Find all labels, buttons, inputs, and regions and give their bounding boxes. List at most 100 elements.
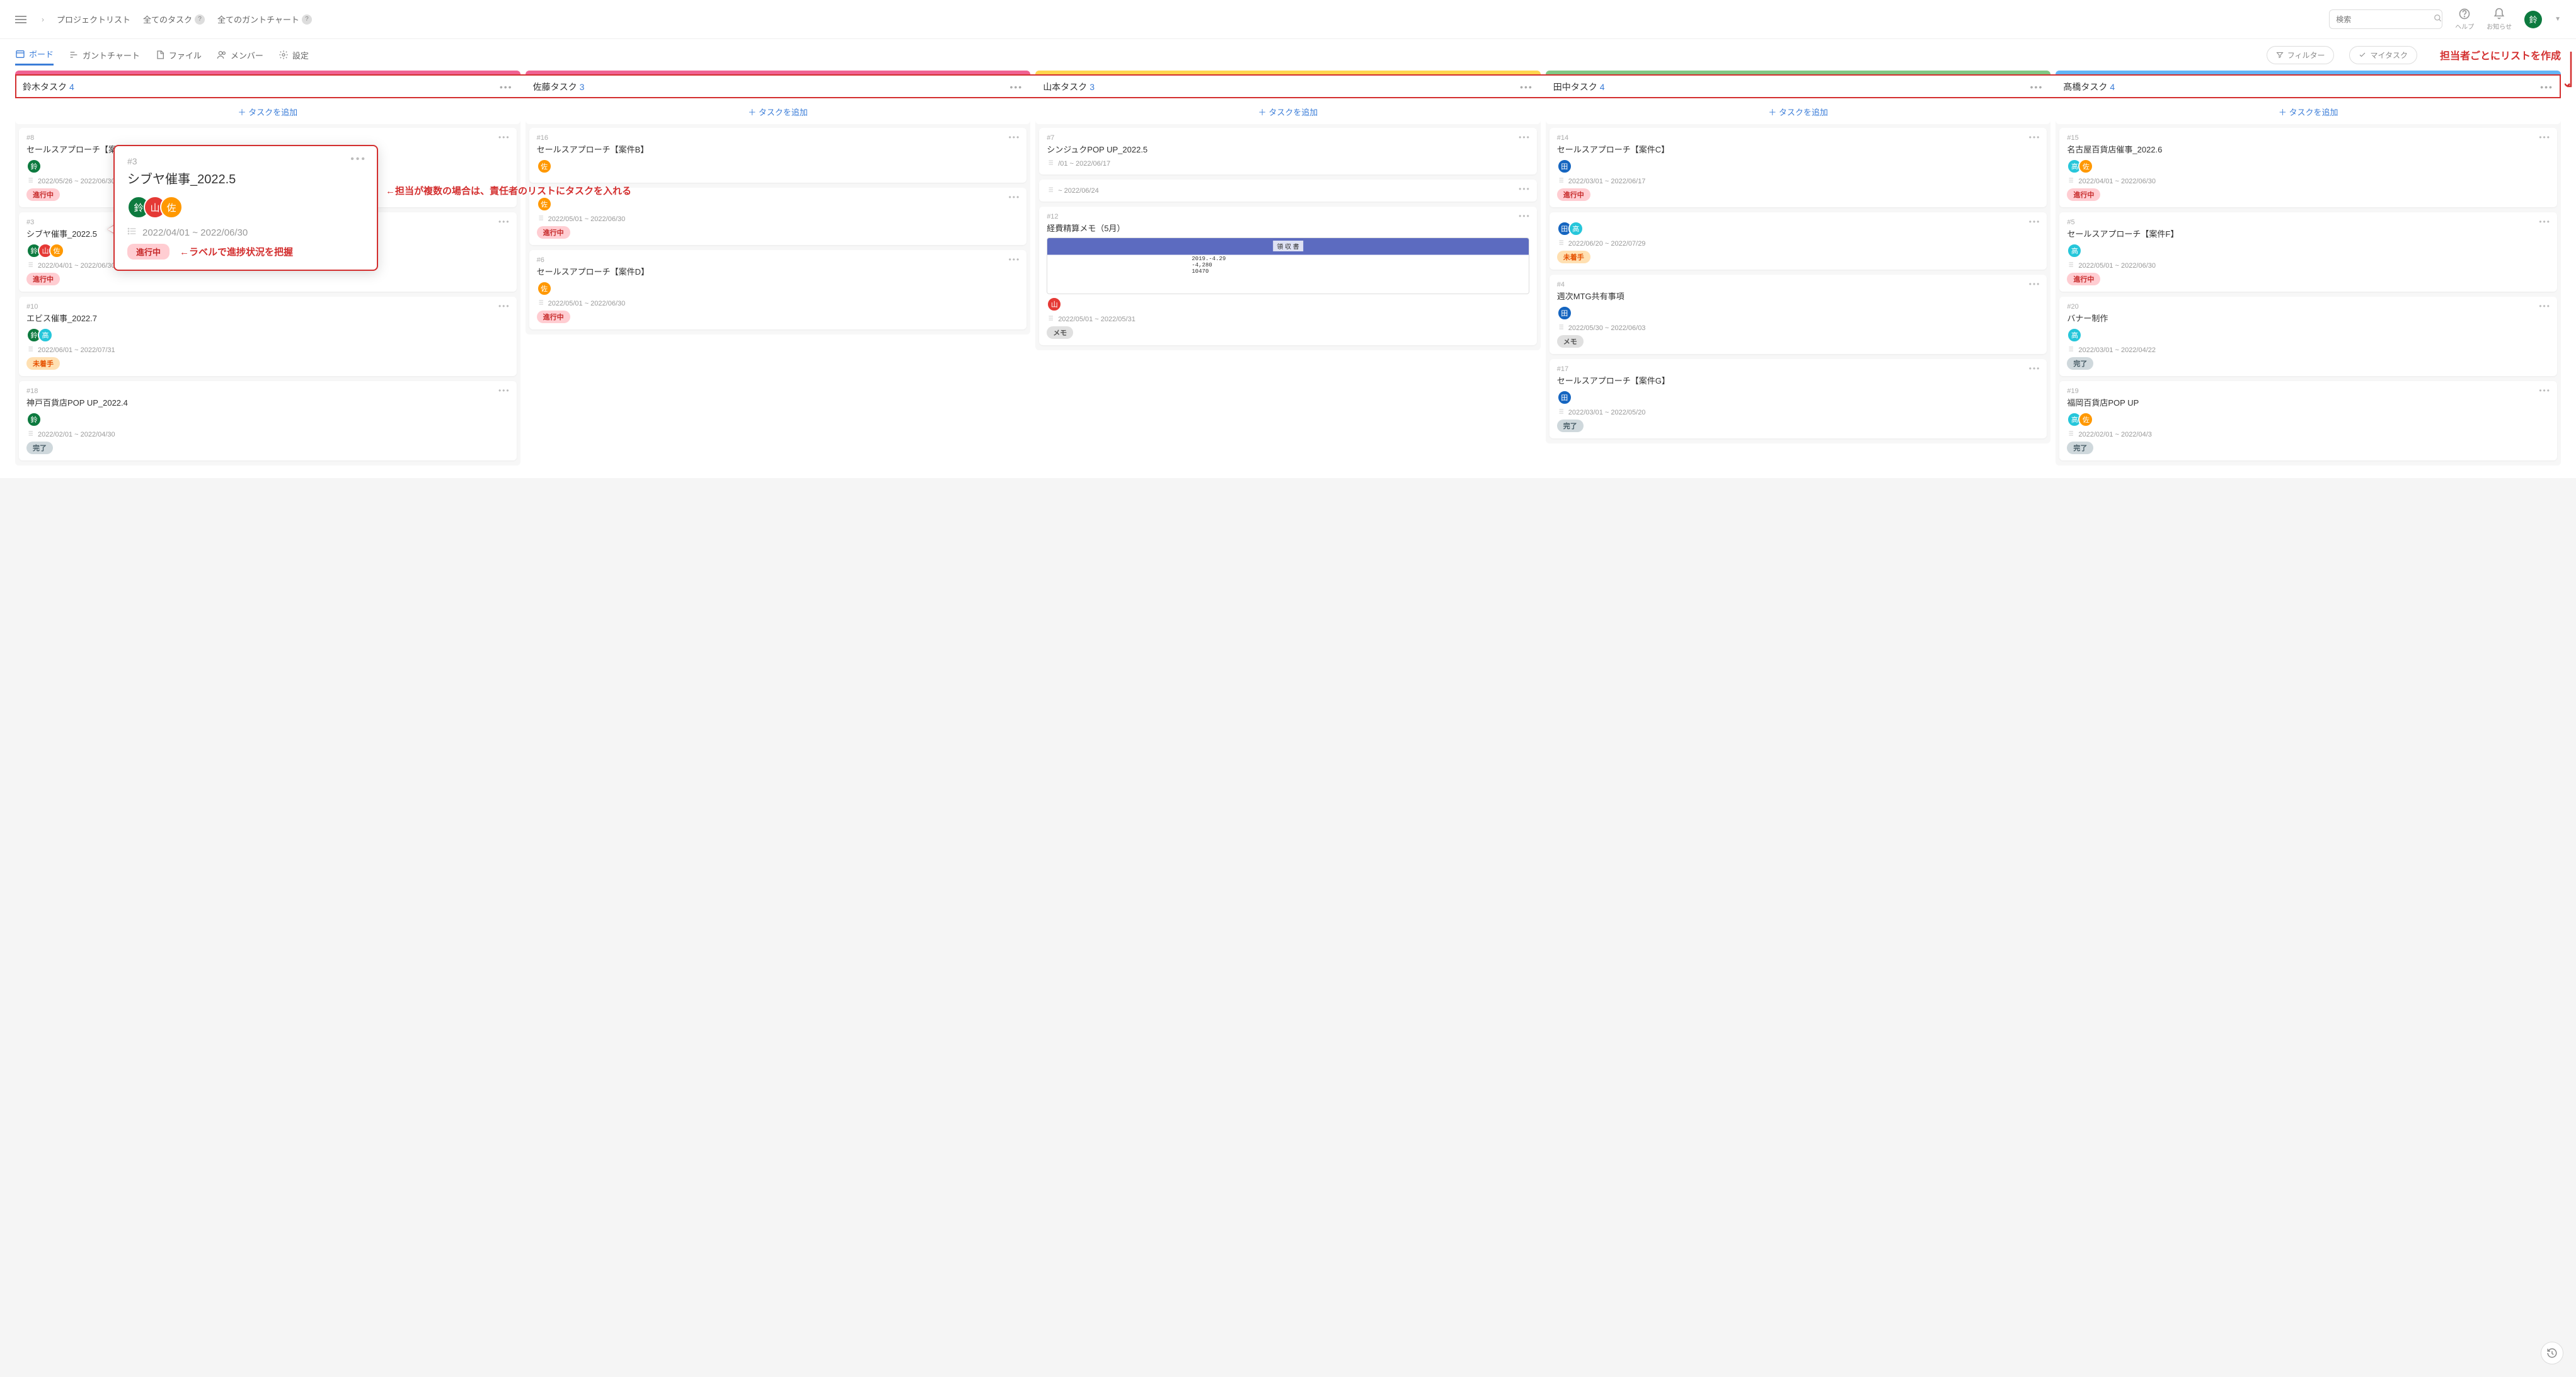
task-id: #15 [2067,134,2550,142]
card-more-icon[interactable]: ••• [1519,185,1531,193]
card-more-icon[interactable]: ••• [2029,280,2041,289]
card-more-icon[interactable]: ••• [1519,212,1531,220]
status-tag: 進行中 [26,188,60,201]
task-id: #7 [1047,134,1529,142]
task-title: エビス催事_2022.7 [26,312,509,324]
task-title: 神戸百貨店POP UP_2022.4 [26,396,509,408]
task-id: #12 [1047,213,1529,220]
card-more-icon[interactable]: ••• [2539,302,2551,311]
chevron-right-icon: › [42,15,44,24]
task-card[interactable]: #20 ••• バナー制作 高 2022/03/01 ~ 2022/04/22 … [2059,297,2557,376]
task-card[interactable]: ••• ~ 2022/06/24 [1039,180,1537,202]
card-more-icon[interactable]: ••• [498,217,510,226]
date-range: 2022/05/26 ~ 2022/06/30 [38,178,115,185]
task-card[interactable]: #12 ••• 経費精算メモ（5月） 山 2022/05/01 ~ 2022/0… [1039,207,1537,345]
task-card[interactable]: #4 ••• 週次MTG共有事項 田 2022/05/30 ~ 2022/06/… [1550,275,2047,354]
column-more-icon[interactable]: ••• [500,82,513,92]
tab-file[interactable]: ファイル [155,45,202,65]
popup-more-icon[interactable]: ••• [350,154,367,165]
tab-settings[interactable]: 設定 [279,45,309,65]
status-tag: 完了 [2067,442,2093,454]
help-badge-icon: ? [302,14,312,25]
task-card[interactable]: #10 ••• エビス催事_2022.7 鈴高 2022/06/01 ~ 202… [19,297,517,376]
nav-all-gantt[interactable]: 全てのガントチャート? [217,13,312,25]
attachment-thumbnail [1047,237,1529,294]
card-more-icon[interactable]: ••• [2539,217,2551,226]
nav-project-list[interactable]: プロジェクトリスト [57,13,130,25]
add-task-button[interactable]: ＋ タスクを追加 [1546,100,2051,124]
column-more-icon[interactable]: ••• [1520,82,1533,92]
tab-board[interactable]: ボード [15,44,54,66]
add-task-button[interactable]: ＋ タスクを追加 [15,100,520,124]
task-card[interactable]: #7 ••• シンジュクPOP UP_2022.5 /01 ~ 2022/06/… [1039,128,1537,174]
task-title: 週次MTG共有事項 [1557,290,2040,302]
mytask-button[interactable]: マイタスク [2349,46,2417,64]
popup-date-range: 2022/04/01 ~ 2022/06/30 [142,227,248,238]
task-title: セールスアプローチ【案件D】 [537,265,1020,277]
task-card[interactable]: #18 ••• 神戸百貨店POP UP_2022.4 鈴 2022/02/01 … [19,381,517,460]
date-range: 2022/02/01 ~ 2022/04/30 [38,431,115,438]
task-id: #5 [2067,219,2550,226]
popup-task-title: シブヤ催事_2022.5 [127,169,364,187]
search-input[interactable] [2336,15,2434,24]
task-card[interactable]: #17 ••• セールスアプローチ【案件G】 田 2022/03/01 ~ 20… [1550,359,2047,438]
user-avatar[interactable]: 鈴 [2524,11,2542,28]
add-task-button[interactable]: ＋ タスクを追加 [1035,100,1541,124]
help-button[interactable]: ヘルプ [2455,8,2474,31]
avatar-row: 田 [1557,159,2040,174]
list-icon [1557,323,1565,333]
card-more-icon[interactable]: ••• [1009,255,1021,264]
card-more-icon[interactable]: ••• [1009,133,1021,142]
date-range: 2022/05/30 ~ 2022/06/03 [1568,324,1646,332]
card-more-icon[interactable]: ••• [2539,386,2551,395]
nav-all-tasks[interactable]: 全てのタスク? [143,13,205,25]
task-card[interactable]: #19 ••• 福岡百貨店POP UP 高佐 2022/02/01 ~ 2022… [2059,381,2557,460]
search-input-wrap[interactable] [2329,9,2442,29]
task-card[interactable]: #15 ••• 名古屋百貨店催事_2022.6 高佐 2022/04/01 ~ … [2059,128,2557,207]
kanban-column: 髙橋タスク 4 ••• ＋ タスクを追加 #15 ••• 名古屋百貨店催事_20… [2056,71,2561,466]
column-more-icon[interactable]: ••• [2030,82,2044,92]
popup-status-tag: 進行中 [127,244,170,260]
assignee-avatar: 高 [38,328,53,343]
date-range: 2022/03/01 ~ 2022/04/22 [2078,346,2156,354]
notification-button[interactable]: お知らせ [2487,8,2512,31]
popup-task-id: #3 [127,156,364,166]
task-card[interactable]: #14 ••• セールスアプローチ【案件C】 田 2022/03/01 ~ 20… [1550,128,2047,207]
task-card[interactable]: #5 ••• セールスアプローチ【案件F】 高 2022/05/01 ~ 202… [2059,212,2557,292]
card-more-icon[interactable]: ••• [1519,133,1531,142]
annotation-label: ←ラベルで進捗状況を把握 [180,245,293,258]
card-more-icon[interactable]: ••• [498,386,510,395]
column-more-icon[interactable]: ••• [2540,82,2553,92]
history-button[interactable] [2541,1342,2563,1364]
filter-button[interactable]: フィルター [2267,46,2335,64]
card-more-icon[interactable]: ••• [1009,193,1021,202]
task-id: #14 [1557,134,2040,142]
list-icon [1047,159,1054,168]
task-id: #19 [2067,387,2550,395]
card-more-icon[interactable]: ••• [2029,364,2041,373]
avatar-row: 佐 [537,281,1020,296]
task-id: #20 [2067,303,2550,311]
card-more-icon[interactable]: ••• [498,302,510,311]
task-id: #17 [1557,365,2040,373]
card-more-icon[interactable]: ••• [2029,133,2041,142]
card-more-icon[interactable]: ••• [498,133,510,142]
tab-gantt[interactable]: ガントチャート [69,45,140,65]
tab-member[interactable]: メンバー [217,45,263,65]
card-more-icon[interactable]: ••• [2029,217,2041,226]
chevron-down-icon[interactable]: ▼ [2555,16,2561,23]
card-more-icon[interactable]: ••• [2539,133,2551,142]
assignee-avatar: 佐 [2078,159,2093,174]
column-more-icon[interactable]: ••• [1009,82,1023,92]
task-card[interactable]: ••• 田高 2022/06/20 ~ 2022/07/29 未着手 [1550,212,2047,270]
task-card[interactable]: #6 ••• セールスアプローチ【案件D】 佐 2022/05/01 ~ 202… [529,250,1027,329]
menu-icon[interactable] [15,16,26,23]
assignee-avatar: 鈴 [26,412,42,427]
add-task-button[interactable]: ＋ タスクを追加 [526,100,1031,124]
task-card[interactable]: #16 ••• セールスアプローチ【案件B】 佐 [529,128,1027,183]
list-icon [537,299,544,308]
avatar-row: 田高 [1557,221,2040,236]
help-badge-icon: ? [195,14,205,25]
column-header: 佐藤タスク 3 ••• [526,74,1031,100]
add-task-button[interactable]: ＋ タスクを追加 [2056,100,2561,124]
